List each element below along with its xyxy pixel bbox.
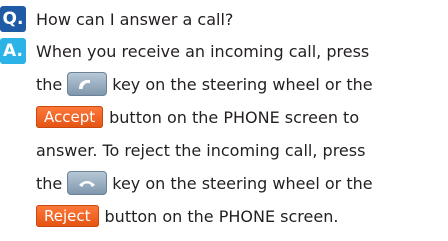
answer-line-4: answer. To reject the incoming call, pre…	[36, 140, 366, 160]
question-text: How can I answer a call?	[36, 9, 234, 29]
answer-badge: A.	[0, 38, 26, 64]
answer-row-5: the key on the steering wheel or the	[36, 168, 373, 198]
phone-pickup-icon	[67, 72, 108, 96]
faq-entry: Q. How can I answer a call? A. When you …	[0, 0, 448, 241]
answer-row-6: Reject button on the PHONE screen.	[36, 201, 338, 231]
answer-line-5-pre: the	[36, 173, 63, 193]
answer-row-4: answer. To reject the incoming call, pre…	[36, 135, 365, 165]
answer-row-2: the key on the steering wheel or the	[36, 69, 373, 99]
phone-hangup-icon	[67, 171, 108, 195]
answer-line-5-post: key on the steering wheel or the	[112, 173, 373, 193]
accept-button-label: Accept	[36, 106, 104, 128]
question-row: Q. How can I answer a call?	[0, 4, 233, 34]
answer-line-1: When you receive an incoming call, press	[36, 41, 370, 61]
reject-button-label: Reject	[36, 205, 99, 227]
answer-line-3-post: button on the PHONE screen to	[109, 107, 360, 127]
answer-line-6-post: button on the PHONE screen.	[104, 206, 339, 226]
answer-row-3: Accept button on the PHONE screen to	[36, 102, 359, 132]
answer-line-2-post: key on the steering wheel or the	[112, 74, 373, 94]
question-badge: Q.	[0, 6, 26, 32]
answer-row-1: A. When you receive an incoming call, pr…	[0, 36, 369, 66]
answer-line-2-pre: the	[36, 74, 63, 94]
